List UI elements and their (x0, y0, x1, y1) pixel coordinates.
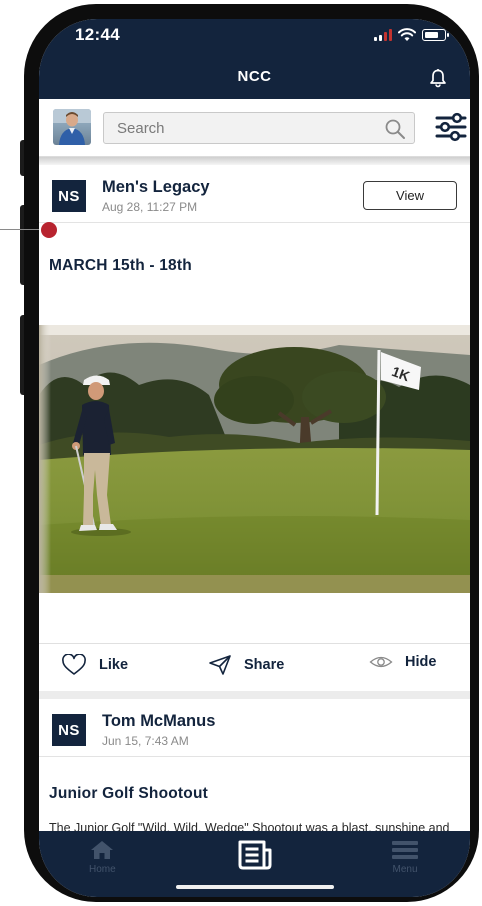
search-icon[interactable] (384, 118, 406, 140)
share-icon (209, 655, 231, 675)
post-body: The Junior Golf "Wild, Wild, Wedge" Shoo… (49, 821, 450, 831)
post-header: NS Tom McManus Jun 15, 7:43 AM (39, 699, 470, 757)
tab-menu-label: Menu (392, 864, 418, 875)
tab-news[interactable] (237, 839, 273, 873)
page-title: NCC (237, 68, 272, 85)
hide-button[interactable]: Hide (369, 654, 436, 670)
signal-icon (374, 29, 392, 41)
bell-icon[interactable] (429, 68, 447, 88)
author-badge: NS (52, 714, 86, 746)
heart-icon (62, 654, 86, 675)
phone-screen: 12:44 NCC Search NS Men's Legacy Aug 28,… (39, 19, 470, 897)
post-divider (39, 691, 470, 699)
like-label: Like (99, 657, 129, 673)
like-button[interactable]: Like (61, 654, 128, 676)
post-title: MARCH 15th - 18th (49, 257, 192, 274)
callout-marker (41, 222, 57, 238)
post-image[interactable]: 1K (39, 325, 470, 593)
news-icon (238, 840, 272, 870)
status-time: 12:44 (75, 25, 120, 44)
home-indicator[interactable] (176, 885, 334, 889)
filter-icon[interactable] (434, 110, 468, 144)
tab-menu[interactable]: Menu (391, 839, 419, 875)
eye-icon (369, 656, 393, 668)
menu-icon (392, 841, 418, 859)
post-author: Men's Legacy (102, 178, 210, 196)
top-bar: 12:44 NCC (39, 19, 470, 99)
view-button[interactable]: View (363, 181, 457, 210)
post-title: Junior Golf Shootout (49, 785, 208, 802)
post-timestamp: Jun 15, 7:43 AM (102, 734, 189, 748)
home-icon (91, 841, 114, 859)
share-button[interactable]: Share (208, 654, 284, 676)
avatar[interactable] (53, 109, 91, 145)
tab-home-label: Home (89, 864, 116, 875)
battery-icon (422, 29, 449, 41)
post-author: Tom McManus (102, 712, 216, 730)
scroll-shadow (39, 157, 470, 165)
share-label: Share (244, 657, 285, 673)
callout-line (0, 229, 44, 230)
author-badge: NS (52, 180, 86, 212)
search-box (103, 112, 415, 144)
wifi-icon (398, 28, 416, 41)
post-actions: Like Share Hide (39, 643, 470, 691)
tab-home[interactable]: Home (89, 839, 116, 875)
search-input[interactable] (104, 113, 414, 143)
post-timestamp: Aug 28, 11:27 PM (102, 200, 198, 214)
hide-label: Hide (405, 654, 437, 670)
search-row (39, 99, 470, 157)
status-icons (374, 28, 449, 42)
news-feed[interactable]: NS Men's Legacy Aug 28, 11:27 PM View MA… (39, 165, 470, 831)
post-header: NS Men's Legacy Aug 28, 11:27 PM View (39, 165, 470, 223)
